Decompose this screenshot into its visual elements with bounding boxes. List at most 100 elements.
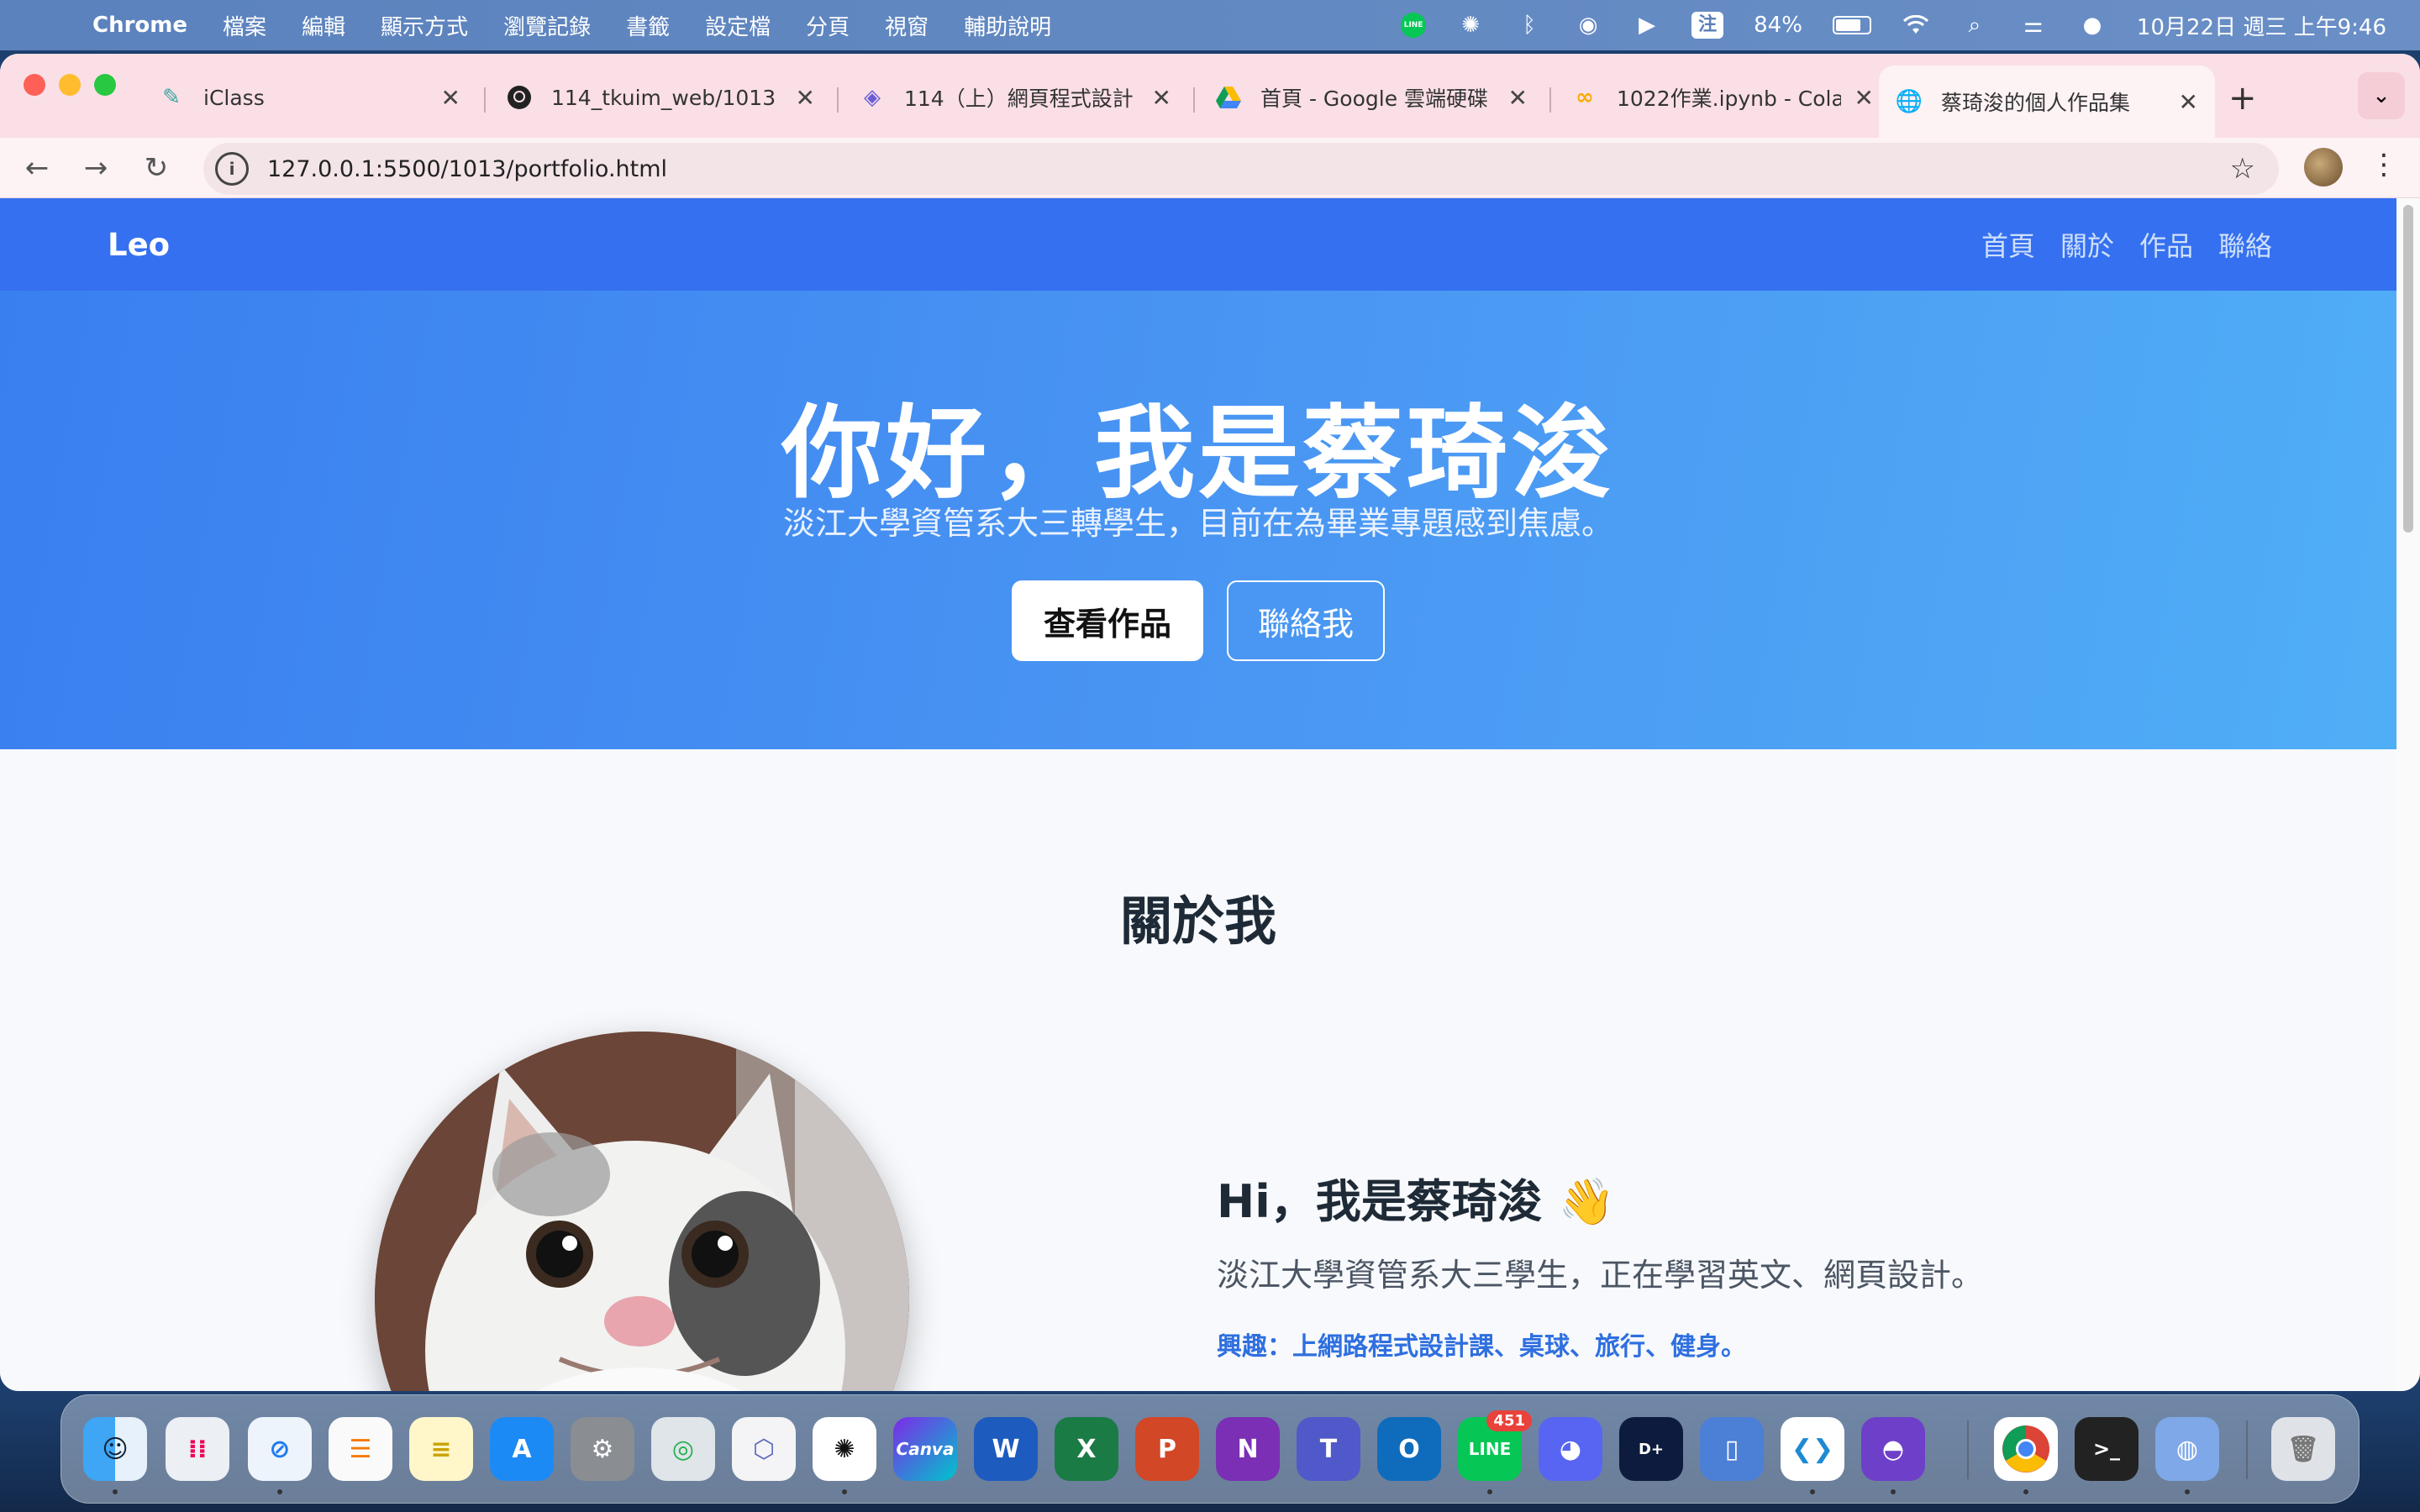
close-tab-icon[interactable]: ✕ xyxy=(2179,88,2198,116)
close-tab-icon[interactable]: ✕ xyxy=(1854,84,1874,112)
menu-help[interactable]: 輔助說明 xyxy=(964,10,1051,41)
siri-icon[interactable]: ● xyxy=(2078,11,2107,39)
back-arrow-icon[interactable]: ← xyxy=(15,146,59,190)
disney-plus-icon[interactable]: D+ xyxy=(1619,1417,1683,1481)
launchpad-icon[interactable]: ⁞⁞ xyxy=(166,1417,229,1481)
menubar-clock[interactable]: 10月22日 週三 上午9:46 xyxy=(2137,10,2386,41)
tab-iclass[interactable]: ✎ iClass ✕ xyxy=(141,62,477,133)
finder-icon[interactable]: ☺ xyxy=(83,1417,147,1481)
discord-icon[interactable]: ◕ xyxy=(1539,1417,1602,1481)
site-info-icon[interactable]: i xyxy=(215,152,249,186)
view-works-button[interactable]: 查看作品 xyxy=(1012,580,1203,661)
notes-icon[interactable]: ≡ xyxy=(409,1417,473,1481)
onenote-icon[interactable]: N xyxy=(1216,1417,1280,1481)
reminders-icon[interactable]: ☰ xyxy=(329,1417,392,1481)
app-store-icon[interactable]: A xyxy=(490,1417,554,1481)
chrome-menu-icon[interactable]: ⋮ xyxy=(2370,148,2398,181)
tab-title: 蔡琦浚的個人作品集 xyxy=(1941,91,2131,115)
profile-avatar[interactable] xyxy=(2304,148,2343,186)
cube-app-icon[interactable]: ⬡ xyxy=(732,1417,796,1481)
chatgpt-status-icon[interactable]: ✺ xyxy=(1456,11,1485,39)
new-tab-button[interactable]: + xyxy=(2228,79,2257,118)
safari-icon[interactable]: ⊘ xyxy=(248,1417,312,1481)
page-scrollbar[interactable] xyxy=(2396,198,2420,1391)
airdrop-icon[interactable]: ◉ xyxy=(1574,11,1602,39)
page-viewport: Leo 首頁 關於 作品 聯絡 你好，我是蔡琦浚 淡江大學資管系大三轉學生，目前… xyxy=(0,198,2396,1391)
preview-icon[interactable]: ◍ xyxy=(2155,1417,2219,1481)
site-navbar: Leo 首頁 關於 作品 聯絡 xyxy=(0,198,2396,291)
battery-icon[interactable] xyxy=(1832,16,1871,34)
find-my-icon[interactable]: ◎ xyxy=(651,1417,715,1481)
nav-link-home[interactable]: 首頁 xyxy=(1981,225,2035,264)
zoom-window-button[interactable] xyxy=(94,74,116,96)
site-brand[interactable]: Leo xyxy=(108,227,170,263)
tab-github[interactable]: 114_tkuim_web/1013 at ✕ xyxy=(489,62,832,133)
nav-link-works[interactable]: 作品 xyxy=(2139,225,2193,264)
reload-icon[interactable]: ↻ xyxy=(134,146,178,190)
bookmark-star-icon[interactable]: ☆ xyxy=(2230,152,2255,186)
menu-edit[interactable]: 編輯 xyxy=(302,10,345,41)
tab-portfolio-active[interactable]: 🌐 蔡琦浚的個人作品集 ✕ xyxy=(1879,66,2215,138)
wifi-icon[interactable] xyxy=(1902,11,1930,39)
control-center-icon[interactable]: ⚌ xyxy=(2019,11,2048,39)
menu-window[interactable]: 視窗 xyxy=(885,10,929,41)
tab-search-chevron-icon[interactable]: ⌄ xyxy=(2358,72,2405,119)
vscode-icon[interactable]: ❮❯ xyxy=(1781,1417,1844,1481)
input-method-badge[interactable]: 注 xyxy=(1691,12,1724,39)
line-status-icon[interactable]: LINE xyxy=(1401,13,1427,38)
tab-title: 首頁 - Google 雲端硬碟 xyxy=(1260,87,1489,111)
menu-profiles[interactable]: 設定檔 xyxy=(705,10,771,41)
outlook-icon[interactable]: O xyxy=(1377,1417,1441,1481)
nav-link-about[interactable]: 關於 xyxy=(2060,225,2114,264)
dock-divider xyxy=(1967,1420,1969,1479)
simulator-icon[interactable]: ▯ xyxy=(1700,1417,1764,1481)
menu-tab[interactable]: 分頁 xyxy=(806,10,850,41)
scrollbar-thumb[interactable] xyxy=(2403,205,2413,533)
excel-icon[interactable]: X xyxy=(1055,1417,1118,1481)
forward-arrow-icon[interactable]: → xyxy=(74,146,118,190)
profile-photo-cat xyxy=(375,1032,909,1391)
nav-link-contact[interactable]: 聯絡 xyxy=(2218,225,2272,264)
chrome-window: ✎ iClass ✕ 114_tkuim_web/1013 at ✕ ◈ 114… xyxy=(0,54,2420,1391)
close-tab-icon[interactable]: ✕ xyxy=(441,84,460,112)
tab-divider xyxy=(837,87,839,113)
github-icon xyxy=(506,84,533,111)
battery-percent: 84% xyxy=(1754,13,1802,38)
terminal-icon[interactable]: >_ xyxy=(2075,1417,2139,1481)
url-text[interactable]: 127.0.0.1:5500/1013/portfolio.html xyxy=(267,156,667,182)
tab-title: 114_tkuim_web/1013 at xyxy=(551,85,782,110)
menu-file[interactable]: 檔案 xyxy=(223,10,266,41)
minimize-window-button[interactable] xyxy=(59,74,81,96)
canva-icon[interactable]: Canva xyxy=(893,1417,957,1481)
powerpoint-icon[interactable]: P xyxy=(1135,1417,1199,1481)
system-settings-icon[interactable]: ⚙ xyxy=(571,1417,634,1481)
spotlight-search-icon[interactable]: ⌕ xyxy=(1960,11,1989,39)
address-bar[interactable]: i 127.0.0.1:5500/1013/portfolio.html ☆ xyxy=(203,143,2279,195)
word-icon[interactable]: W xyxy=(974,1417,1038,1481)
github-desktop-icon[interactable]: ◓ xyxy=(1861,1417,1925,1481)
chatgpt-icon[interactable]: ✺ xyxy=(813,1417,876,1481)
chrome-icon[interactable] xyxy=(1994,1417,2058,1481)
close-tab-icon[interactable]: ✕ xyxy=(796,84,815,112)
menu-history[interactable]: 瀏覽記錄 xyxy=(503,10,591,41)
running-indicator xyxy=(277,1489,282,1494)
bluetooth-icon[interactable]: ᛒ xyxy=(1515,11,1544,39)
close-tab-icon[interactable]: ✕ xyxy=(1508,84,1528,112)
about-text-block: Hi，我是蔡琦浚 👋 淡江大學資管系大三學生，正在學習英文、網頁設計。 興趣：上… xyxy=(1217,1164,2225,1362)
google-drive-icon xyxy=(1215,84,1242,111)
teams-icon[interactable]: T xyxy=(1297,1417,1360,1481)
menu-view[interactable]: 顯示方式 xyxy=(381,10,468,41)
trash-icon[interactable]: 🗑 xyxy=(2271,1417,2335,1481)
play-icon[interactable]: ▶ xyxy=(1633,11,1661,39)
tab-colab[interactable]: ∞ 1022作業.ipynb - Colab ✕ xyxy=(1555,62,1891,133)
tab-google-drive[interactable]: 首頁 - Google 雲端硬碟 ✕ xyxy=(1198,62,1544,133)
contact-me-button[interactable]: 聯絡我 xyxy=(1227,580,1385,661)
line-app-icon[interactable]: LINE 451 xyxy=(1458,1410,1532,1481)
tab-strip: ✎ iClass ✕ 114_tkuim_web/1013 at ✕ ◈ 114… xyxy=(0,54,2420,138)
hero-title: 你好，我是蔡琦浚 xyxy=(781,396,1615,512)
tab-course[interactable]: ◈ 114（上）網頁程式設計 - ✕ xyxy=(842,62,1188,133)
close-tab-icon[interactable]: ✕ xyxy=(1152,84,1171,112)
menu-app-name[interactable]: Chrome xyxy=(92,13,187,38)
menu-bookmarks[interactable]: 書籤 xyxy=(626,10,670,41)
close-window-button[interactable] xyxy=(24,74,45,96)
